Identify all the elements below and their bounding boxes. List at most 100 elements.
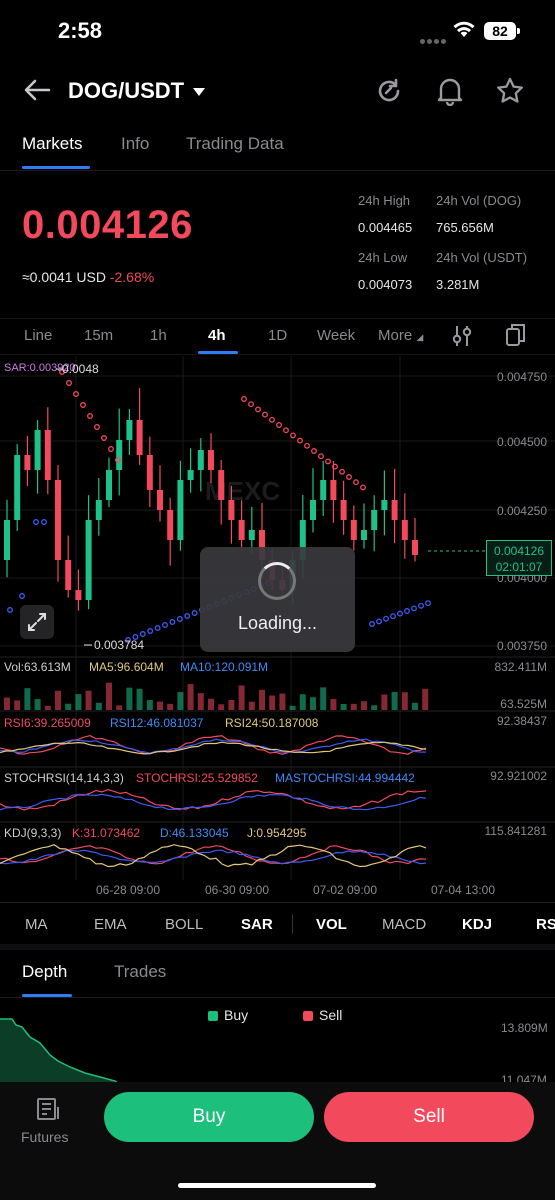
y-axis: 0.004750 0.004500 0.004250 0.004000 0.00… — [497, 370, 547, 653]
stochrsi-top: 92.921002 — [490, 769, 547, 783]
volume-bar — [361, 701, 367, 710]
x-tick: 07-02 09:00 — [313, 883, 377, 897]
expand-icon[interactable] — [20, 605, 54, 639]
candle-body — [4, 520, 10, 560]
wifi-icon — [452, 20, 476, 43]
y-tick: 0.004500 — [497, 435, 547, 449]
sar-dot — [383, 615, 389, 622]
divider — [0, 170, 555, 171]
tab-markets[interactable]: Markets — [22, 134, 82, 154]
tf-1d[interactable]: 1D — [268, 327, 287, 344]
battery-icon: 82 — [484, 22, 520, 40]
futures-label[interactable]: Futures — [21, 1129, 68, 1145]
buy-legend-swatch — [208, 1011, 218, 1021]
star-icon[interactable] — [495, 76, 525, 111]
tf-more[interactable]: More ◢ — [378, 327, 423, 344]
volume-bar — [197, 693, 204, 710]
kdj-k: K:31.073462 — [72, 826, 140, 840]
sar-dot — [376, 618, 382, 625]
divider — [0, 944, 555, 950]
volume-bar — [412, 702, 418, 710]
vol-label: Vol:63.613M — [4, 660, 71, 674]
sar-dot — [369, 621, 375, 627]
volume-bar — [24, 688, 31, 710]
sar-dot — [94, 424, 100, 430]
tf-line[interactable]: Line — [24, 327, 52, 344]
candle-body — [371, 510, 378, 530]
oscillator-line — [0, 849, 427, 865]
sell-button[interactable]: Sell — [324, 1092, 534, 1142]
ind-vol[interactable]: VOL — [316, 916, 347, 933]
refresh-icon[interactable] — [374, 76, 404, 111]
vol-ma10: MA10:120.091M — [180, 660, 268, 674]
watermark: MEXC — [205, 476, 280, 506]
tf-week[interactable]: Week — [317, 327, 355, 344]
sar-dot — [80, 402, 86, 408]
ind-boll[interactable]: BOLL — [165, 916, 203, 933]
usd-approx: ≈0.0041 USD -2.68% — [22, 269, 155, 285]
ind-macd[interactable]: MACD — [382, 916, 426, 933]
candle-body — [34, 430, 41, 470]
volume-bar — [34, 699, 41, 710]
back-arrow-icon[interactable] — [22, 76, 52, 109]
kdj-label: KDJ(9,3,3) — [4, 826, 61, 840]
volume-bar — [75, 694, 82, 710]
y-tick: 0.004750 — [497, 370, 547, 384]
tab-trading-data[interactable]: Trading Data — [186, 134, 284, 154]
ind-kdj[interactable]: KDJ — [462, 916, 492, 933]
candle-body — [157, 490, 163, 510]
sar-dot — [262, 411, 268, 418]
sar-dot — [7, 607, 13, 613]
tf-4h[interactable]: 4h — [208, 327, 226, 344]
chevron-down-icon[interactable] — [192, 84, 206, 102]
mastochrsi-value: MASTOCHRSI:44.994442 — [275, 771, 415, 785]
tab-depth[interactable]: Depth — [22, 962, 67, 982]
kdj-top: 115.841281 — [484, 824, 547, 838]
pair-title[interactable]: DOG/USDT — [68, 78, 184, 104]
low-value: 0.004073 — [358, 277, 413, 292]
candle-body — [238, 520, 245, 540]
volume-bar — [350, 703, 357, 710]
ind-ma[interactable]: MA — [25, 916, 48, 933]
buy-button[interactable]: Buy — [104, 1092, 314, 1142]
volume-bar — [14, 700, 21, 710]
sell-legend-swatch — [303, 1011, 313, 1021]
bell-icon[interactable] — [436, 76, 464, 111]
volume-bar — [4, 697, 10, 710]
indicator-settings-icon[interactable] — [451, 324, 473, 353]
loading-text: Loading... — [237, 613, 318, 633]
futures-icon[interactable] — [36, 1097, 62, 1126]
volume-bar — [401, 692, 408, 710]
sar-dot — [169, 619, 176, 625]
price-change: -2.68% — [109, 269, 155, 285]
rsi12: RSI12:46.081037 — [110, 716, 204, 730]
sar-dot — [154, 625, 161, 631]
tab-info[interactable]: Info — [121, 134, 149, 154]
tf-1h[interactable]: 1h — [150, 327, 167, 344]
volume-bar — [146, 700, 153, 710]
copy-icon[interactable] — [505, 322, 527, 353]
x-tick: 06-28 09:00 — [96, 883, 160, 897]
sar-dot — [276, 422, 282, 428]
sar-dot — [418, 602, 424, 609]
candle-body — [208, 450, 214, 470]
high-label: 24h High — [358, 193, 411, 208]
candle-body — [167, 510, 174, 540]
tab-indicator — [22, 166, 90, 169]
sar-dot — [360, 484, 366, 491]
sar-dot — [87, 413, 93, 419]
oscillator-line — [0, 844, 427, 868]
high-marker: 0.0048 — [62, 362, 99, 376]
loading-overlay: Loading... — [200, 547, 355, 652]
sar-dot — [425, 600, 431, 607]
ind-sar[interactable]: SAR — [241, 916, 273, 933]
ind-ema[interactable]: EMA — [94, 916, 127, 933]
volume-bar — [126, 687, 133, 710]
candle-body — [330, 480, 337, 500]
ind-rsi[interactable]: RS — [536, 916, 555, 933]
x-tick: 07-04 13:00 — [431, 883, 495, 897]
tf-15m[interactable]: 15m — [84, 327, 113, 344]
sar-dot — [346, 474, 352, 480]
tab-trades[interactable]: Trades — [114, 962, 166, 982]
vol-top: 832.411M — [495, 660, 547, 674]
